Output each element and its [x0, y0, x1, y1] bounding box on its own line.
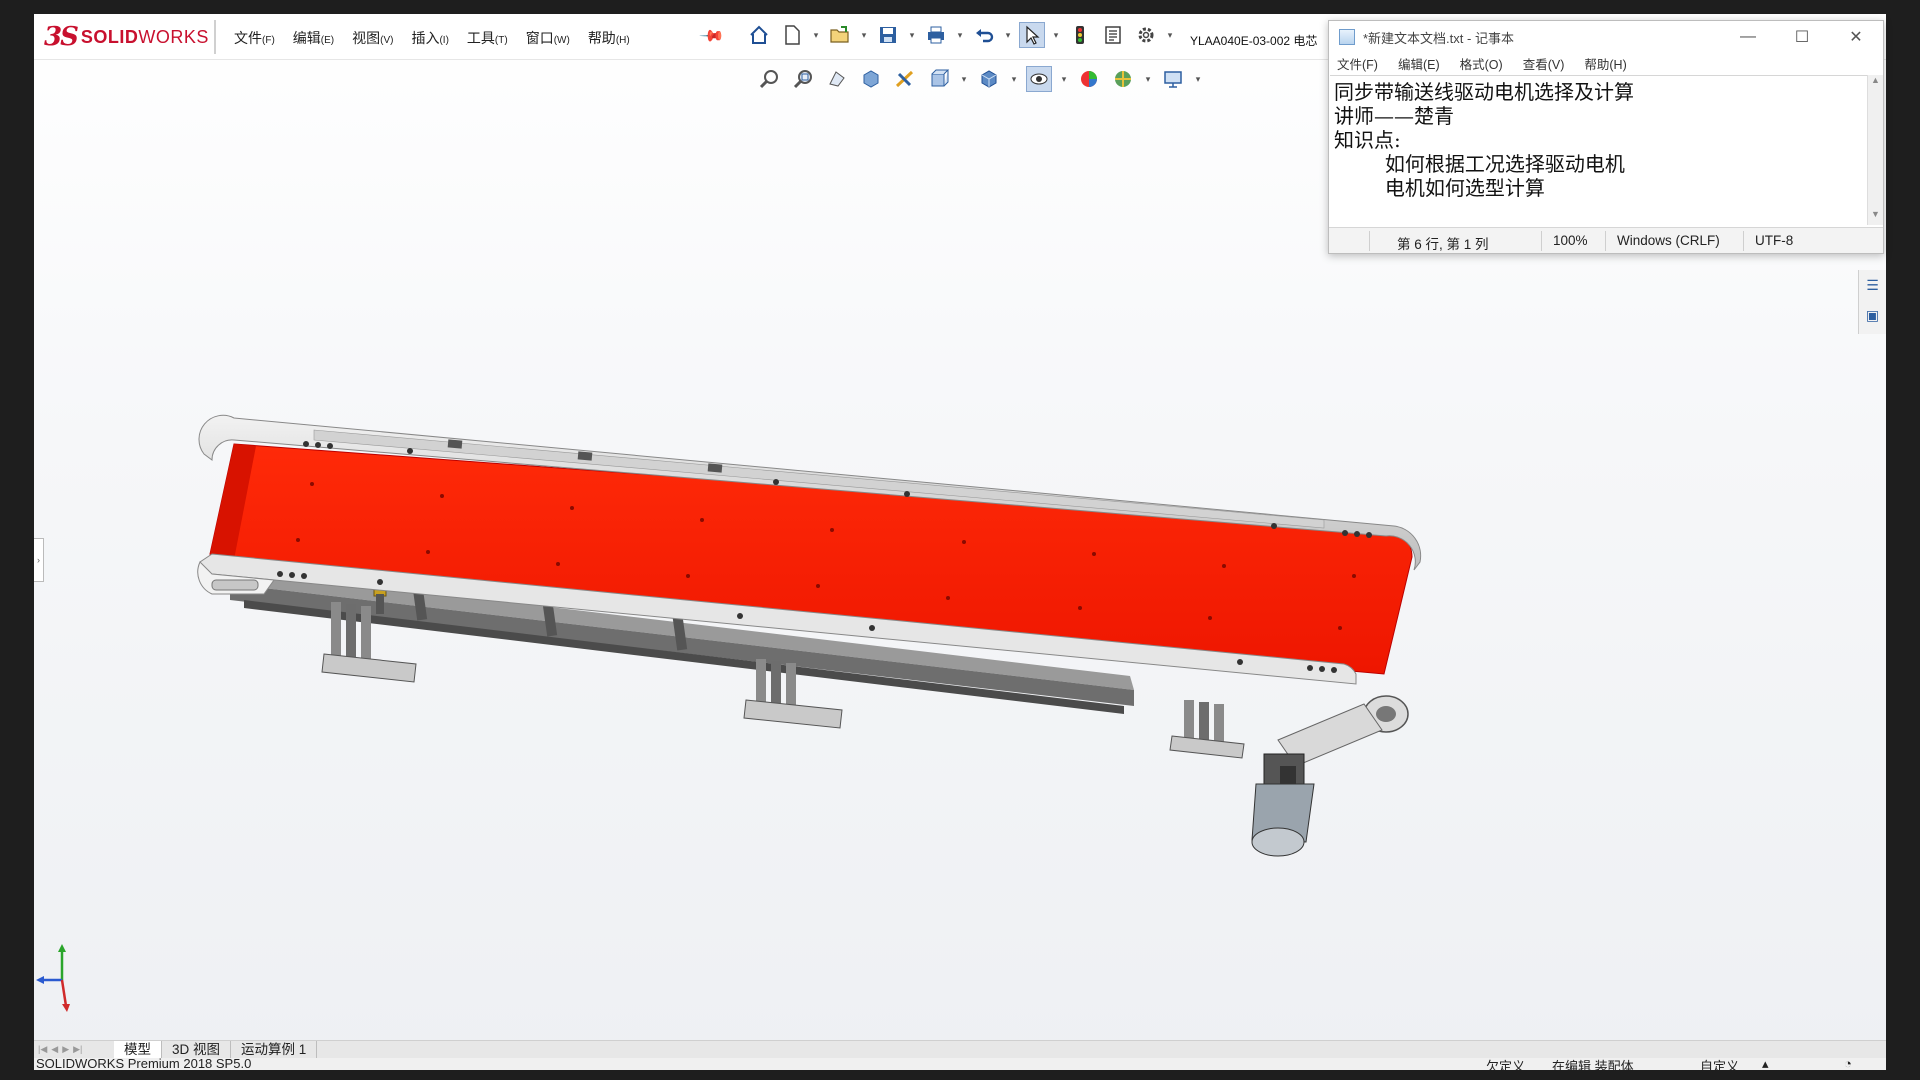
close-icon[interactable]: ✕ [1829, 21, 1883, 53]
text-line: 如何根据工况选择驱动电机 [1334, 152, 1625, 176]
notepad-titlebar[interactable]: *新建文本文档.txt - 记事本 — ☐ ✕ [1329, 21, 1883, 53]
notepad-menubar: 文件(F) 编辑(E) 格式(O) 查看(V) 帮助(H) [1329, 53, 1883, 73]
drive-motor [1251, 753, 1315, 857]
first-tab-icon[interactable]: |◀ [38, 1044, 47, 1055]
status-divider [1541, 231, 1542, 251]
maximize-icon[interactable]: ☐ [1775, 21, 1829, 53]
text-line: 电机如何选型计算 [1334, 176, 1545, 200]
product-version: SOLIDWORKS Premium 2018 SP5.0 [36, 1056, 252, 1070]
notepad-window: *新建文本文档.txt - 记事本 — ☐ ✕ 文件(F) 编辑(E) 格式(O… [1328, 20, 1884, 254]
cursor-position: 第 6 行, 第 1 列 [1397, 237, 1489, 252]
last-tab-icon[interactable]: ▶| [73, 1044, 82, 1055]
line-ending: Windows (CRLF) [1617, 233, 1720, 248]
definition-status: 欠定义 [1486, 1059, 1526, 1070]
zoom-level: 100% [1553, 233, 1588, 248]
next-tab-icon[interactable]: ▶ [62, 1044, 69, 1055]
scroll-up-icon[interactable]: ▲ [1868, 75, 1883, 91]
screen: 3S SOLIDWORKS 文件(F) 编辑(E) 视图(V) 插入(I) 工具… [0, 0, 1920, 1080]
notepad-scrollbar[interactable]: ▲ ▼ [1867, 75, 1883, 225]
help-bubble-icon[interactable]: ◔ [1844, 1056, 1852, 1070]
edit-mode-status: 在编辑 装配体 [1552, 1059, 1634, 1070]
text-line: 讲师——楚青 [1334, 104, 1454, 128]
units-status[interactable]: 自定义 [1700, 1056, 1739, 1070]
status-divider [1743, 231, 1744, 251]
notepad-statusbar: 第 6 行, 第 1 列 100% Windows (CRLF) UTF-8 [1329, 227, 1883, 253]
encoding: UTF-8 [1755, 233, 1794, 248]
text-line: 同步带输送线驱动电机选择及计算 [1334, 80, 1634, 104]
notepad-text-area[interactable]: 同步带输送线驱动电机选择及计算 讲师——楚青 知识点: 如何根据工况选择驱动电机 电… [1330, 75, 1867, 225]
coordinate-triad [36, 944, 70, 1012]
status-bar: SOLIDWORKS Premium 2018 SP5.0 欠定义 在编辑 装配… [34, 1056, 1886, 1070]
notepad-menu-file[interactable]: 文件(F) [1337, 54, 1378, 73]
notepad-menu-format[interactable]: 格式(O) [1460, 54, 1503, 73]
notepad-menu-help[interactable]: 帮助(H) [1584, 54, 1626, 73]
tab-navigation: |◀ ◀ ▶ ▶| [34, 1044, 114, 1055]
units-dropdown-icon[interactable]: ▴ [1762, 1056, 1769, 1070]
status-divider [1605, 231, 1606, 251]
minimize-icon[interactable]: — [1721, 21, 1775, 53]
support-leg-right [1169, 700, 1245, 759]
notepad-menu-edit[interactable]: 编辑(E) [1398, 54, 1440, 73]
text-line: 知识点: [1334, 128, 1401, 152]
notepad-title: *新建文本文档.txt - 记事本 [1363, 30, 1514, 46]
window-controls: — ☐ ✕ [1721, 21, 1883, 53]
prev-tab-icon[interactable]: ◀ [51, 1044, 58, 1055]
notepad-menu-view[interactable]: 查看(V) [1523, 54, 1565, 73]
scroll-down-icon[interactable]: ▼ [1868, 209, 1883, 225]
notepad-app-icon [1339, 29, 1355, 45]
status-divider [1369, 231, 1370, 251]
